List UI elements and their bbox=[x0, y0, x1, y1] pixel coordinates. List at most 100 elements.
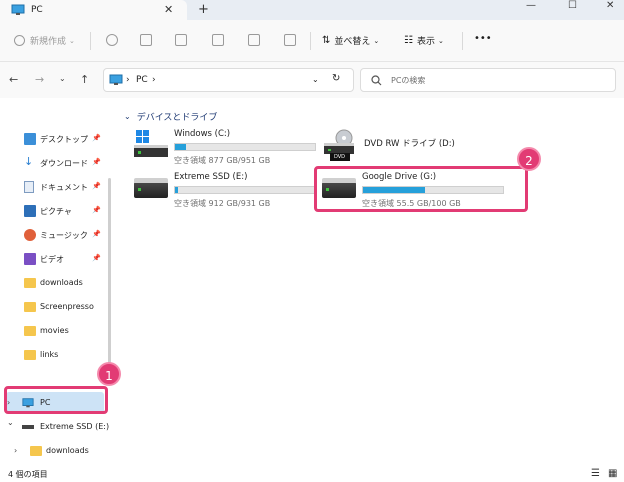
cut-button[interactable] bbox=[106, 34, 118, 46]
sidebar-item-screenpresso[interactable]: Screenpresso bbox=[0, 296, 110, 318]
chevron-down-icon: ⌄ bbox=[124, 112, 131, 121]
drive-usage-bar bbox=[174, 143, 316, 151]
paste-button[interactable] bbox=[175, 34, 187, 46]
search-box[interactable]: PCの検索 bbox=[360, 68, 616, 92]
close-window-button[interactable]: ✕ bbox=[606, 0, 614, 11]
drive-extreme-ssd-e[interactable]: Extreme SSD (E:) 空き領域 912 GB/931 GB bbox=[134, 172, 316, 212]
folder-icon bbox=[24, 350, 36, 360]
navigation-bar: ← → ⌄ ↑ › PC › ⌄ ↻ PCの検索 bbox=[0, 62, 624, 98]
highlight-pc bbox=[4, 386, 108, 414]
address-bar[interactable]: › PC › ⌄ ↻ bbox=[103, 68, 354, 92]
picture-icon bbox=[24, 205, 36, 217]
back-arrow-icon[interactable]: ← bbox=[9, 73, 18, 86]
breadcrumb-separator: › bbox=[152, 75, 156, 85]
sidebar-item-label: links bbox=[40, 350, 59, 359]
share-icon bbox=[248, 34, 260, 46]
up-arrow-icon[interactable]: ↑ bbox=[80, 73, 89, 86]
tab-title: PC bbox=[31, 5, 43, 15]
address-dropdown-icon[interactable]: ⌄ bbox=[312, 75, 319, 84]
sidebar-item-downloads[interactable]: ↓ ダウンロード 📌 bbox=[0, 152, 110, 174]
drive-name: Extreme SSD (E:) bbox=[174, 172, 248, 182]
folder-icon bbox=[24, 302, 36, 312]
pin-icon: 📌 bbox=[92, 158, 101, 166]
sidebar-item-label: downloads bbox=[40, 278, 83, 287]
section-header[interactable]: ⌄ デバイスとドライブ bbox=[124, 110, 217, 123]
forward-arrow-icon[interactable]: → bbox=[35, 73, 44, 86]
tab-pc[interactable]: PC ✕ bbox=[0, 0, 187, 20]
sidebar-item-links[interactable]: links bbox=[0, 344, 110, 366]
drive-free-space: 空き領域 912 GB/931 GB bbox=[174, 199, 271, 208]
chevron-down-icon[interactable]: ⌄ bbox=[7, 418, 14, 427]
divider bbox=[90, 32, 91, 50]
clipboard-icon bbox=[175, 34, 187, 46]
sort-icon: ⇅ bbox=[322, 35, 331, 46]
share-button[interactable] bbox=[248, 34, 260, 46]
video-icon bbox=[24, 253, 36, 265]
divider bbox=[310, 32, 311, 50]
sidebar-item-downloads-sub[interactable]: › downloads bbox=[0, 440, 110, 462]
breadcrumb-pc[interactable]: PC bbox=[136, 75, 148, 85]
sidebar-item-label: ピクチャ bbox=[40, 207, 72, 216]
sidebar-item-label: ミュージック bbox=[40, 231, 88, 240]
plus-circle-icon bbox=[14, 35, 25, 46]
drive-name: DVD RW ドライブ (D:) bbox=[364, 139, 455, 149]
sidebar-scrollbar[interactable] bbox=[108, 178, 111, 378]
sidebar-item-label: ビデオ bbox=[40, 255, 64, 264]
command-bar: 新規作成 ⌄ ⇅ 並べ替え ⌄ ☷ 表示 ⌄ ••• bbox=[0, 20, 624, 62]
drive-usage-fill bbox=[175, 187, 178, 193]
highlight-google-drive bbox=[314, 166, 528, 212]
chevron-right-icon[interactable]: › bbox=[14, 446, 17, 455]
view-button[interactable]: ☷ 表示 ⌄ bbox=[404, 34, 444, 47]
pin-icon: 📌 bbox=[92, 230, 101, 238]
drive-icon bbox=[22, 425, 34, 429]
sidebar-item-music[interactable]: ミュージック 📌 bbox=[0, 224, 110, 246]
sidebar-item-label: Screenpresso bbox=[40, 302, 94, 311]
minimize-button[interactable]: — bbox=[526, 0, 536, 11]
sort-label: 並べ替え bbox=[334, 37, 371, 47]
search-icon bbox=[371, 75, 382, 86]
drive-dvd-d[interactable]: DVD DVD RW ドライブ (D:) bbox=[324, 129, 504, 169]
refresh-icon[interactable]: ↻ bbox=[332, 73, 340, 84]
sidebar-item-pictures[interactable]: ピクチャ 📌 bbox=[0, 200, 110, 222]
drive-windows-c[interactable]: Windows (C:) 空き領域 877 GB/951 GB bbox=[134, 129, 316, 169]
search-input[interactable]: PCの検索 bbox=[391, 75, 425, 86]
sort-button[interactable]: ⇅ 並べ替え ⌄ bbox=[322, 34, 379, 47]
desktop-icon bbox=[24, 133, 36, 145]
hard-drive-icon bbox=[134, 178, 168, 198]
sidebar-item-downloads-folder[interactable]: downloads bbox=[0, 272, 110, 294]
sidebar-item-desktop[interactable]: デスクトップ 📌 bbox=[0, 128, 110, 150]
recent-chevron-icon[interactable]: ⌄ bbox=[59, 74, 66, 83]
sidebar-item-label: ダウンロード bbox=[40, 159, 88, 168]
new-button[interactable]: 新規作成 ⌄ bbox=[14, 34, 75, 47]
tab-bar: PC ✕ + — ☐ ✕ bbox=[0, 0, 624, 20]
pin-icon: 📌 bbox=[92, 254, 101, 262]
view-icon: ☷ bbox=[404, 35, 413, 46]
sidebar-item-documents[interactable]: ドキュメント 📌 bbox=[0, 176, 110, 198]
trash-icon bbox=[284, 34, 296, 46]
new-tab-button[interactable]: + bbox=[198, 2, 209, 17]
details-view-icon[interactable]: ☰ bbox=[591, 468, 600, 479]
maximize-button[interactable]: ☐ bbox=[568, 0, 577, 11]
content-pane: ⌄ デバイスとドライブ Windows (C:) 空き領域 877 GB/951… bbox=[116, 98, 624, 467]
sidebar-item-videos[interactable]: ビデオ 📌 bbox=[0, 248, 110, 270]
sidebar-item-movies[interactable]: movies bbox=[0, 320, 110, 342]
status-bar: 4 個の項目 ☰ ▦ bbox=[0, 467, 624, 482]
delete-button[interactable] bbox=[284, 34, 296, 46]
sidebar-item-label: ドキュメント bbox=[40, 183, 88, 192]
drive-usage-fill bbox=[175, 144, 187, 150]
rename-button[interactable] bbox=[212, 34, 224, 46]
sidebar-item-extreme-ssd[interactable]: ⌄ Extreme SSD (E:) bbox=[0, 416, 110, 438]
tiles-view-icon[interactable]: ▦ bbox=[608, 468, 617, 479]
monitor-icon bbox=[11, 4, 25, 15]
monitor-icon bbox=[109, 74, 123, 85]
windows-drive-icon bbox=[134, 130, 168, 157]
chevron-down-icon: ⌄ bbox=[437, 36, 444, 45]
copy-button[interactable] bbox=[140, 34, 152, 46]
drive-usage-bar bbox=[174, 186, 316, 194]
download-icon: ↓ bbox=[24, 155, 34, 168]
pin-icon: 📌 bbox=[92, 182, 101, 190]
tab-close-button[interactable]: ✕ bbox=[164, 3, 173, 16]
view-label: 表示 bbox=[416, 37, 435, 47]
annotation-badge-1: 1 bbox=[97, 362, 121, 386]
more-options-button[interactable]: ••• bbox=[474, 33, 492, 44]
